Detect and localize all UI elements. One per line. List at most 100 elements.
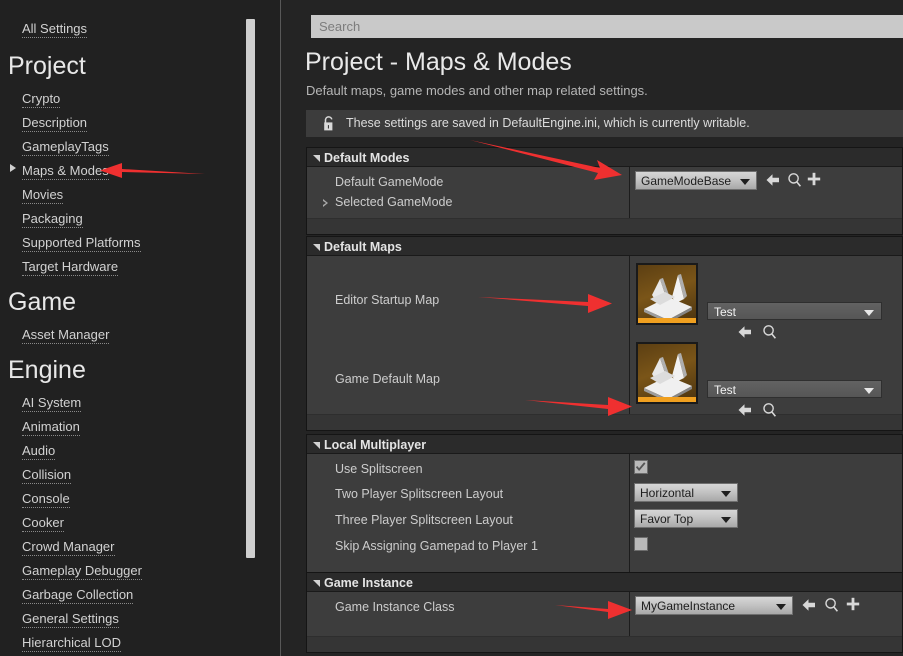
sidebar-item-crowd-manager[interactable]: Crowd Manager xyxy=(22,539,115,556)
chevron-down-icon xyxy=(721,491,731,497)
sidebar-item-audio[interactable]: Audio xyxy=(22,443,56,460)
sidebar-item-gameplaytags[interactable]: GameplayTags xyxy=(22,139,109,156)
skip-gamepad-checkbox[interactable] xyxy=(634,537,648,551)
unreal-project-settings-window: All Settings Project Crypto Description … xyxy=(0,0,903,656)
sidebar-expander-maps-and-modes[interactable] xyxy=(8,163,20,175)
sidebar-item-collision[interactable]: Collision xyxy=(22,467,72,484)
notice-text: These settings are saved in DefaultEngin… xyxy=(346,116,750,130)
game-default-map-dropdown[interactable]: Test xyxy=(707,380,882,398)
sidebar-item-console[interactable]: Console xyxy=(22,491,70,508)
section-title: Default Modes xyxy=(324,150,410,165)
section-header-game-instance[interactable]: Game Instance xyxy=(307,573,902,592)
section-footer xyxy=(307,218,902,234)
magnifier-icon[interactable] xyxy=(762,402,777,418)
section-header-default-maps[interactable]: Default Maps xyxy=(307,237,902,256)
sidebar-item-gameplay-debugger[interactable]: Gameplay Debugger xyxy=(22,563,142,580)
sidebar-item-asset-manager[interactable]: Asset Manager xyxy=(22,327,110,344)
property-label-selected-gamemode: Selected GameMode xyxy=(335,195,453,209)
sidebar-item-crypto[interactable]: Crypto xyxy=(22,91,61,108)
expander-selected-gamemode[interactable] xyxy=(322,199,331,208)
sidebar-item-supported-platforms[interactable]: Supported Platforms xyxy=(22,235,141,252)
sidebar-item-hierarchical-lod[interactable]: Hierarchical LOD xyxy=(22,635,121,652)
sidebar-item-description[interactable]: Description xyxy=(22,115,88,132)
editor-startup-map-dropdown[interactable]: Test xyxy=(707,302,882,320)
property-label-skip-gamepad: Skip Assigning Gamepad to Player 1 xyxy=(335,539,538,553)
sidebar-item-general-settings[interactable]: General Settings xyxy=(22,611,119,628)
plus-icon[interactable] xyxy=(846,597,860,611)
property-label-game-default-map: Game Default Map xyxy=(335,372,440,386)
page-title: Project - Maps & Modes xyxy=(305,48,572,76)
property-label-game-instance-class: Game Instance Class xyxy=(335,600,455,614)
map-thumbnail[interactable] xyxy=(636,263,698,325)
collapse-triangle-icon[interactable] xyxy=(313,441,321,450)
chevron-down-icon xyxy=(864,309,874,316)
property-label-two-player-layout: Two Player Splitscreen Layout xyxy=(335,487,504,501)
unlocked-padlock-icon xyxy=(324,116,333,131)
sidebar-group-game: Game xyxy=(8,288,77,316)
collapse-triangle-icon[interactable] xyxy=(313,154,321,163)
sidebar-item-target-hardware[interactable]: Target Hardware xyxy=(22,259,119,276)
sidebar-item-garbage-collection[interactable]: Garbage Collection xyxy=(22,587,134,604)
magnifier-icon[interactable] xyxy=(824,597,839,613)
sidebar-item-ai-system[interactable]: AI System xyxy=(22,395,82,412)
three-player-layout-dropdown[interactable]: Favor Top xyxy=(634,509,738,528)
map-thumbnail-art xyxy=(644,353,692,402)
dropdown-value: Horizontal xyxy=(640,486,695,500)
thumbnail-status-strip xyxy=(638,397,696,402)
section-body: Use Splitscreen Two Player Splitscreen L… xyxy=(307,454,902,574)
column-divider xyxy=(629,592,630,636)
section-title: Default Maps xyxy=(324,239,402,254)
checkmark-icon xyxy=(635,462,646,471)
browse-back-icon[interactable] xyxy=(765,173,781,187)
chevron-down-icon xyxy=(740,179,750,185)
map-thumbnail-art xyxy=(644,274,692,323)
dropdown-value: MyGameInstance xyxy=(641,599,736,613)
sidebar-item-all-settings[interactable]: All Settings xyxy=(22,21,88,38)
section-body: Default GameMode GameModeBase Selected G… xyxy=(307,167,902,218)
browse-back-icon[interactable] xyxy=(737,325,753,339)
sidebar-item-animation[interactable]: Animation xyxy=(22,419,80,436)
default-gamemode-dropdown[interactable]: GameModeBase xyxy=(635,171,757,190)
chevron-down-icon xyxy=(864,387,874,394)
sidebar-group-project: Project xyxy=(8,52,86,80)
search-input[interactable] xyxy=(311,15,903,38)
sidebar-group-engine: Engine xyxy=(8,356,86,384)
section-local-multiplayer: Local Multiplayer Use Splitscreen Two Pl… xyxy=(306,434,903,591)
thumbnail-status-strip xyxy=(638,318,696,323)
collapse-triangle-icon[interactable] xyxy=(313,579,321,588)
property-label-editor-startup-map: Editor Startup Map xyxy=(335,293,440,307)
map-thumbnail[interactable] xyxy=(636,342,698,404)
section-header-local-multiplayer[interactable]: Local Multiplayer xyxy=(307,435,902,454)
sidebar-item-packaging[interactable]: Packaging xyxy=(22,211,83,228)
column-divider xyxy=(629,167,630,218)
sidebar-scrollbar-thumb[interactable] xyxy=(246,19,255,558)
section-game-instance: Game Instance Game Instance Class MyGame… xyxy=(306,572,903,653)
collapse-triangle-icon[interactable] xyxy=(313,243,321,252)
magnifier-icon[interactable] xyxy=(762,324,777,340)
two-player-layout-dropdown[interactable]: Horizontal xyxy=(634,483,738,502)
browse-back-icon[interactable] xyxy=(801,598,817,612)
sidebar-item-maps-and-modes[interactable]: Maps & Modes xyxy=(22,163,109,180)
game-instance-class-dropdown[interactable]: MyGameInstance xyxy=(635,596,793,615)
dropdown-value: Favor Top xyxy=(640,512,694,526)
browse-back-icon[interactable] xyxy=(737,403,753,417)
use-splitscreen-checkbox[interactable] xyxy=(634,460,648,474)
section-footer xyxy=(307,414,902,430)
plus-icon[interactable] xyxy=(807,172,821,186)
config-writable-notice: These settings are saved in DefaultEngin… xyxy=(306,110,903,137)
dropdown-value: Test xyxy=(714,304,737,319)
sidebar-item-cooker[interactable]: Cooker xyxy=(22,515,64,532)
sidebar-item-movies[interactable]: Movies xyxy=(22,187,64,204)
column-divider xyxy=(629,256,630,414)
magnifier-icon[interactable] xyxy=(787,172,802,188)
section-title: Local Multiplayer xyxy=(324,437,427,452)
section-footer xyxy=(307,636,902,652)
property-label-three-player-layout: Three Player Splitscreen Layout xyxy=(335,513,513,527)
page-subtitle: Default maps, game modes and other map r… xyxy=(306,83,648,98)
column-divider xyxy=(629,454,630,574)
property-label-default-gamemode: Default GameMode xyxy=(335,175,444,189)
chevron-down-icon xyxy=(776,604,786,610)
section-header-default-modes[interactable]: Default Modes xyxy=(307,148,902,167)
sidebar-scrollbar[interactable] xyxy=(245,0,255,656)
section-default-modes: Default Modes Default GameMode GameModeB… xyxy=(306,147,903,235)
